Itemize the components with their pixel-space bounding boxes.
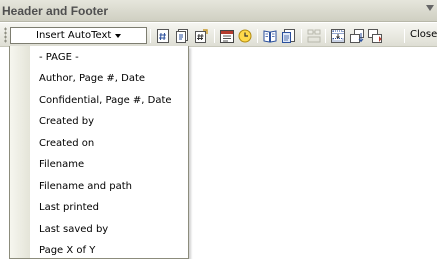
link-to-previous-button[interactable] — [306, 28, 322, 43]
show-hide-document-text-icon — [282, 28, 295, 43]
menu-item-filename[interactable]: Filename — [10, 154, 188, 175]
toolbar-options-chevron-down-icon[interactable] — [426, 5, 434, 11]
insert-time-button[interactable] — [237, 28, 253, 43]
toolbar-separator — [404, 29, 405, 43]
menu-item-confidential-page-date[interactable]: Confidential, Page #, Date — [10, 90, 188, 111]
insert-autotext-button[interactable]: Insert AutoText — [10, 27, 147, 44]
show-previous-icon — [350, 28, 364, 43]
switch-header-footer-icon — [331, 28, 345, 43]
insert-number-of-pages-button[interactable] — [174, 28, 190, 43]
toolbar-separator — [214, 29, 215, 43]
menu-item-last-printed[interactable]: Last printed — [10, 197, 188, 218]
dropdown-arrow-icon — [115, 33, 122, 38]
close-header-footer-button[interactable]: Close — [410, 29, 437, 40]
menu-item-page-x-of-y[interactable]: Page X of Y — [10, 240, 188, 259]
switch-header-footer-button[interactable] — [330, 28, 346, 43]
insert-date-button[interactable] — [219, 28, 235, 43]
page-setup-button[interactable] — [262, 28, 278, 43]
insert-number-of-pages-icon — [176, 28, 188, 43]
show-next-button[interactable] — [367, 28, 383, 43]
toolbar-separator — [301, 29, 302, 43]
show-previous-button[interactable] — [349, 28, 365, 43]
format-page-number-icon — [195, 28, 208, 43]
menu-item-last-saved-by[interactable]: Last saved by — [10, 219, 188, 240]
insert-time-icon — [238, 29, 252, 42]
show-next-icon — [368, 28, 382, 43]
page-setup-icon — [263, 29, 277, 43]
menu-item-author-page-date[interactable]: Author, Page #, Date — [10, 68, 188, 89]
toolbar-separator — [150, 29, 151, 43]
menu-item-page[interactable]: - PAGE - — [10, 47, 188, 68]
toolbar-separator — [257, 29, 258, 43]
toolbar-grip-handle[interactable] — [4, 27, 7, 43]
toolbar-title: Header and Footer — [2, 4, 109, 18]
menu-item-filename-and-path[interactable]: Filename and path — [10, 176, 188, 197]
menu-item-created-by[interactable]: Created by — [10, 111, 188, 132]
format-page-number-button[interactable] — [193, 28, 209, 43]
insert-autotext-menu: - PAGE - Author, Page #, Date Confidenti… — [9, 46, 189, 259]
insert-date-icon — [220, 29, 234, 43]
insert-page-number-icon — [157, 28, 169, 43]
link-to-previous-icon — [307, 29, 321, 42]
insert-page-number-button[interactable] — [155, 28, 171, 43]
toolbar-separator — [325, 29, 326, 43]
header-footer-toolbar: Insert AutoText Close — [0, 23, 437, 47]
insert-autotext-label: Insert AutoText — [36, 30, 112, 41]
menu-item-created-on[interactable]: Created on — [10, 133, 188, 154]
show-hide-document-text-button[interactable] — [281, 28, 297, 43]
header-footer-toolbar-titlebar[interactable]: Header and Footer — [0, 0, 437, 22]
